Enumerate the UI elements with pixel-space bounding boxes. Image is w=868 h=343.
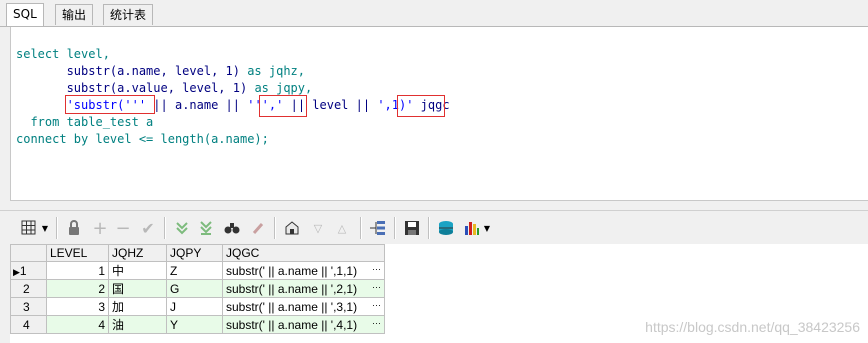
fetch-last-icon[interactable] bbox=[196, 218, 216, 238]
sql-line-2-as: as jqhz, bbox=[247, 64, 305, 78]
sql-line-2-fn: substr(a.name, level, 1) bbox=[66, 64, 240, 78]
export-icon[interactable] bbox=[436, 218, 456, 238]
cell-jqgc-value: substr(' || a.name || ',1,1) bbox=[226, 263, 358, 278]
clear-icon[interactable] bbox=[248, 218, 268, 238]
sql-line-3-fn: substr(a.value, level, 1) bbox=[66, 81, 248, 95]
tab-bar: SQL 输出 统计表 bbox=[0, 0, 868, 27]
toolbar-separator bbox=[428, 217, 430, 239]
toolbar-separator bbox=[394, 217, 396, 239]
sql-line-5: from table_test a bbox=[30, 115, 154, 129]
cell-jqhz[interactable]: 国 bbox=[108, 279, 167, 298]
find-icon[interactable] bbox=[222, 218, 242, 238]
cell-ellipsis-button[interactable]: ··· bbox=[372, 282, 381, 292]
query-by-example-icon[interactable] bbox=[282, 218, 302, 238]
row-header[interactable]: 2 bbox=[10, 279, 47, 298]
grid-toolbar: ▼ + − ✔ ▽ △ ▼ bbox=[10, 212, 868, 244]
toolbar-separator bbox=[56, 217, 58, 239]
table-row[interactable]: 2 2 国 G substr(' || a.name || ',2,1) ··· bbox=[10, 279, 385, 298]
filter-icon[interactable]: ▽ bbox=[308, 218, 328, 238]
highlight-box-1 bbox=[65, 95, 155, 114]
chart-dropdown-icon[interactable]: ▼ bbox=[482, 218, 492, 238]
tab-output[interactable]: 输出 bbox=[55, 4, 94, 25]
highlight-box-3 bbox=[397, 95, 445, 117]
row-header-corner[interactable] bbox=[10, 244, 47, 262]
cell-jqgc[interactable]: substr(' || a.name || ',3,1) ··· bbox=[222, 297, 385, 316]
row-number: 1 bbox=[19, 263, 27, 278]
cell-jqgc-value: substr(' || a.name || ',3,1) bbox=[226, 299, 358, 314]
sql-line-3-as: as jqpy, bbox=[254, 81, 313, 95]
cell-ellipsis-button[interactable]: ··· bbox=[372, 318, 381, 328]
table-row[interactable]: 4 4 油 Y substr(' || a.name || ',4,1) ··· bbox=[10, 315, 385, 334]
post-changes-icon[interactable]: ✔ bbox=[138, 218, 158, 238]
highlight-box-2 bbox=[259, 95, 307, 117]
grid-menu-icon[interactable] bbox=[20, 218, 40, 238]
sql-editor[interactable]: select level, substr(a.name, level, 1) a… bbox=[10, 27, 868, 201]
toolbar-separator bbox=[164, 217, 166, 239]
sql-line-6: connect by level <= length(a.name); bbox=[16, 132, 269, 146]
tab-sql[interactable]: SQL bbox=[6, 3, 44, 26]
fetch-next-icon[interactable] bbox=[172, 218, 192, 238]
cell-ellipsis-button[interactable]: ··· bbox=[372, 300, 381, 310]
add-record-icon[interactable]: + bbox=[90, 218, 110, 239]
result-table: LEVEL JQHZ JQPY JQGC ▶1 1 中 Z substr(' |… bbox=[10, 244, 385, 334]
save-icon[interactable] bbox=[402, 218, 422, 238]
table-row[interactable]: 3 3 加 J substr(' || a.name || ',3,1) ··· bbox=[10, 297, 385, 316]
toolbar-separator bbox=[360, 217, 362, 239]
cell-jqgc[interactable]: substr(' || a.name || ',2,1) ··· bbox=[222, 279, 385, 298]
row-header[interactable]: 4 bbox=[10, 315, 47, 334]
cell-jqpy[interactable]: Z bbox=[166, 261, 223, 280]
table-header-row: LEVEL JQHZ JQPY JQGC bbox=[10, 244, 385, 262]
cell-level[interactable]: 4 bbox=[46, 315, 109, 334]
lock-icon[interactable] bbox=[64, 218, 84, 238]
cell-jqhz[interactable]: 中 bbox=[108, 261, 167, 280]
sql-line-1: select level, bbox=[16, 47, 110, 61]
cell-jqgc[interactable]: substr(' || a.name || ',4,1) ··· bbox=[222, 315, 385, 334]
splitter[interactable] bbox=[0, 201, 868, 211]
chart-icon[interactable] bbox=[462, 218, 482, 238]
cell-jqpy[interactable]: Y bbox=[166, 315, 223, 334]
result-grid: LEVEL JQHZ JQPY JQGC ▶1 1 中 Z substr(' |… bbox=[10, 244, 868, 343]
cell-level[interactable]: 1 bbox=[46, 261, 109, 280]
toolbar-separator bbox=[274, 217, 276, 239]
delete-record-icon[interactable]: − bbox=[113, 218, 133, 239]
sql-line-4-concat-1: || a.name || bbox=[153, 98, 240, 112]
cell-ellipsis-button[interactable]: ··· bbox=[372, 264, 381, 274]
table-row[interactable]: ▶1 1 中 Z substr(' || a.name || ',1,1) ··· bbox=[10, 261, 385, 280]
watermark: https://blog.csdn.net/qq_38423256 bbox=[645, 319, 860, 335]
grid-menu-dropdown-icon[interactable]: ▼ bbox=[40, 218, 50, 238]
row-header[interactable]: 3 bbox=[10, 297, 47, 316]
column-header-jqgc[interactable]: JQGC bbox=[222, 244, 385, 262]
sort-icon[interactable]: △ bbox=[332, 218, 352, 238]
current-row-indicator-icon: ▶ bbox=[13, 266, 20, 277]
cell-jqgc-value: substr(' || a.name || ',2,1) bbox=[226, 281, 358, 296]
row-header[interactable]: ▶1 bbox=[10, 261, 47, 280]
cell-jqgc[interactable]: substr(' || a.name || ',1,1) ··· bbox=[222, 261, 385, 280]
cell-level[interactable]: 2 bbox=[46, 279, 109, 298]
column-header-jqhz[interactable]: JQHZ bbox=[108, 244, 167, 262]
cell-jqhz[interactable]: 油 bbox=[108, 315, 167, 334]
cell-jqpy[interactable]: G bbox=[166, 279, 223, 298]
cell-jqpy[interactable]: J bbox=[166, 297, 223, 316]
link-icon[interactable] bbox=[368, 218, 388, 238]
cell-jqgc-value: substr(' || a.name || ',4,1) bbox=[226, 317, 358, 332]
cell-level[interactable]: 3 bbox=[46, 297, 109, 316]
cell-jqhz[interactable]: 加 bbox=[108, 297, 167, 316]
column-header-jqpy[interactable]: JQPY bbox=[166, 244, 223, 262]
tab-statistics[interactable]: 统计表 bbox=[103, 4, 154, 25]
column-header-level[interactable]: LEVEL bbox=[46, 244, 109, 262]
